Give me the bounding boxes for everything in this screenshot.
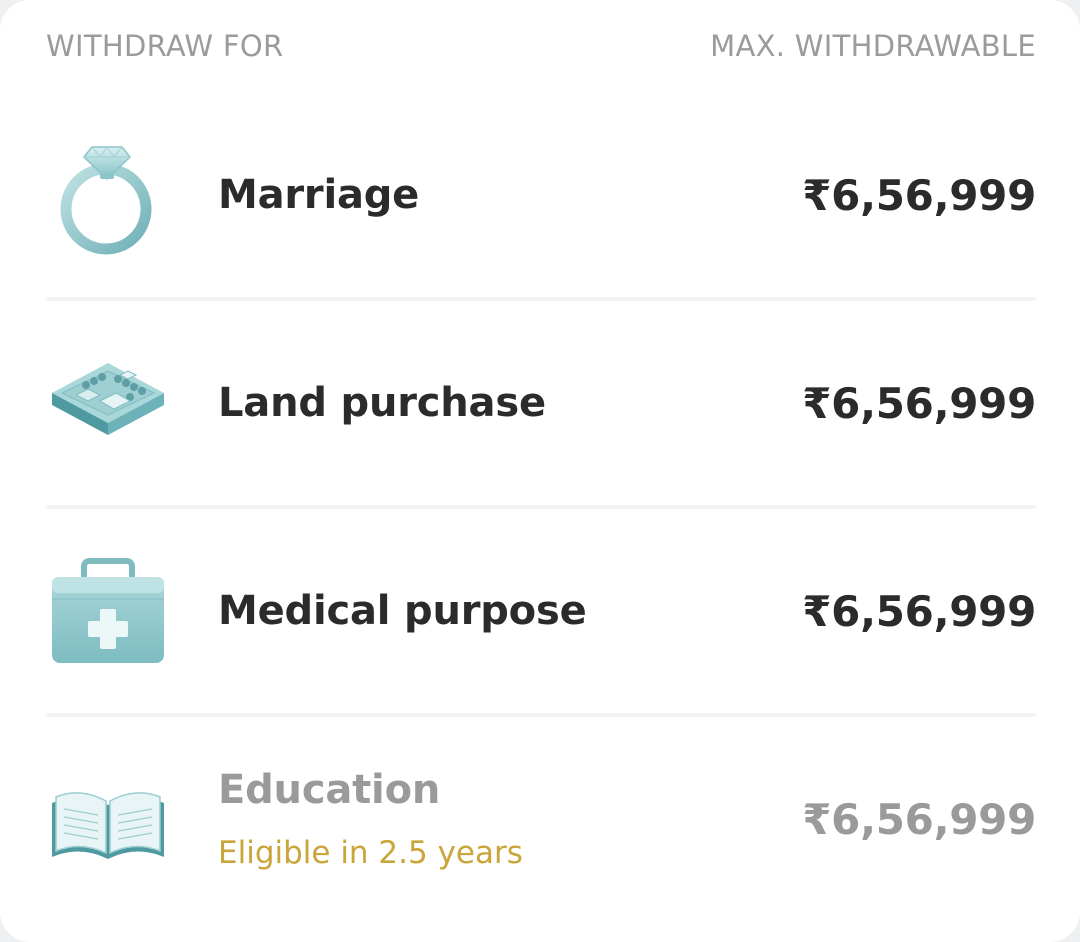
list-header: WITHDRAW FOR MAX. WITHDRAWABLE bbox=[46, 26, 1036, 66]
max-withdrawable-heading: MAX. WITHDRAWABLE bbox=[710, 29, 1036, 63]
medical-kit-icon bbox=[46, 549, 170, 673]
option-label: Land purchase bbox=[218, 380, 546, 426]
withdrawal-options-card: WITHDRAW FOR MAX. WITHDRAWABLE Marriage … bbox=[0, 0, 1080, 942]
option-label: Marriage bbox=[218, 172, 420, 218]
option-label: Medical purpose bbox=[218, 588, 587, 634]
option-label-group: Medical purpose bbox=[218, 588, 587, 634]
withdraw-option-marriage[interactable]: Marriage ₹6,56,999 bbox=[46, 92, 1036, 298]
option-amount: ₹6,56,999 bbox=[802, 170, 1036, 220]
withdraw-option-medical-purpose[interactable]: Medical purpose ₹6,56,999 bbox=[46, 508, 1036, 714]
ring-icon bbox=[46, 133, 170, 257]
option-amount: ₹6,56,999 bbox=[802, 378, 1036, 428]
open-book-icon bbox=[46, 757, 170, 881]
option-amount: ₹6,56,999 bbox=[802, 586, 1036, 636]
option-amount: ₹6,56,999 bbox=[802, 794, 1036, 844]
withdraw-for-heading: WITHDRAW FOR bbox=[46, 29, 284, 63]
option-label: Education bbox=[218, 767, 441, 813]
land-plot-icon bbox=[46, 341, 170, 465]
option-label-group: Land purchase bbox=[218, 380, 546, 426]
withdraw-option-land-purchase[interactable]: Land purchase ₹6,56,999 bbox=[46, 300, 1036, 506]
option-label-group: Marriage bbox=[218, 172, 419, 218]
withdraw-option-education[interactable]: Education Eligible in 2.5 years ₹6,56,99… bbox=[46, 716, 1036, 922]
option-label-group: Education Eligible in 2.5 years bbox=[218, 767, 523, 871]
eligibility-note: Eligible in 2.5 years bbox=[218, 835, 523, 871]
